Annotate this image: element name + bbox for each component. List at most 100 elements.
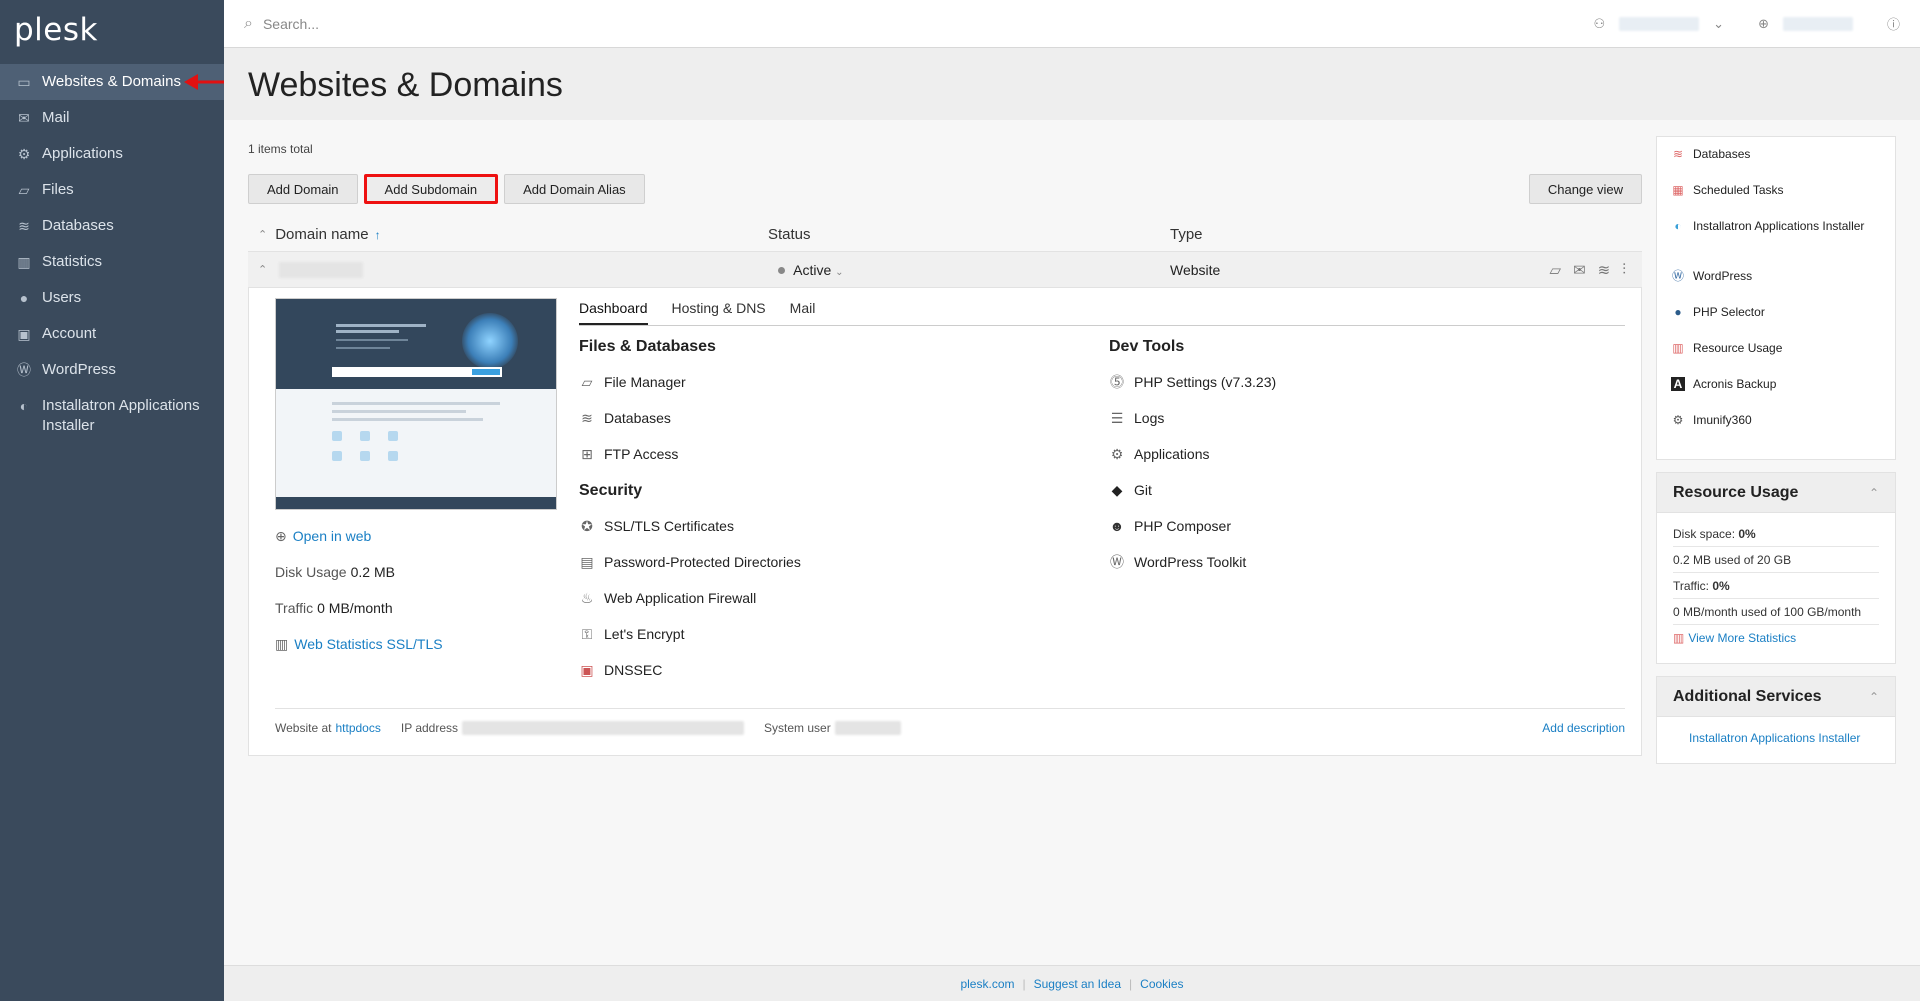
dnssec-link[interactable]: ▣ DNSSEC — [579, 652, 1079, 688]
mail-icon[interactable]: ✉ — [1573, 261, 1586, 279]
user-icon[interactable]: ⚇ — [1594, 16, 1606, 32]
sidebar-item-files[interactable]: ▱ Files — [0, 172, 224, 208]
tab-dashboard[interactable]: Dashboard — [579, 300, 648, 325]
side-link-label: Scheduled Tasks — [1693, 183, 1784, 197]
table-row[interactable]: ⌃ Active ⌄ Website ▱ ✉ ≋ ⫶ — [248, 252, 1642, 288]
add-subdomain-button[interactable]: Add Subdomain — [363, 174, 499, 204]
list-item[interactable]: Installatron Applications Installer — [1689, 725, 1879, 751]
sidebar-item-label: Statistics — [42, 253, 103, 270]
chevron-up-icon[interactable]: ⌃ — [258, 263, 267, 276]
change-view-button[interactable]: Change view — [1528, 174, 1642, 204]
settings-sliders-icon[interactable]: ⫶ — [1622, 261, 1626, 279]
sidebar-item-mail[interactable]: ✉ Mail — [0, 100, 224, 136]
traffic-pct: 0% — [1712, 578, 1730, 593]
preview-globe — [462, 313, 518, 369]
sidebar-item-label: Mail — [42, 109, 70, 126]
ssl-tls-link[interactable]: ✪ SSL/TLS Certificates — [579, 508, 1079, 544]
side-link-wordpress[interactable]: Ⓦ WordPress — [1671, 269, 1881, 305]
sidebar-item-label: Users — [42, 289, 82, 306]
logs-link[interactable]: ☰ Logs — [1109, 400, 1609, 436]
open-in-web-link[interactable]: ⊕ Open in web — [275, 518, 443, 554]
applications-link[interactable]: ⚙ Applications — [1109, 436, 1609, 472]
tab-mail[interactable]: Mail — [790, 300, 816, 325]
plesk-logo[interactable]: plesk — [0, 0, 224, 64]
file-manager-link[interactable]: ▱ File Manager — [579, 364, 1079, 400]
add-description-link[interactable]: Add description — [1542, 721, 1625, 735]
add-domain-button[interactable]: Add Domain — [248, 174, 358, 204]
chevron-down-icon[interactable]: ⌄ — [835, 267, 843, 278]
php-composer-link[interactable]: ☻ PHP Composer — [1109, 508, 1609, 544]
website-at-label: Website at — [275, 721, 332, 735]
lets-encrypt-link[interactable]: ⚿ Let's Encrypt — [579, 616, 1079, 652]
sort-asc-icon[interactable]: ↑ — [375, 228, 381, 242]
status-cell[interactable]: Active ⌄ — [768, 262, 1170, 278]
folder-icon[interactable]: ▱ — [1550, 261, 1562, 279]
additional-services-card: Additional Services ⌃ Installatron Appli… — [1656, 676, 1896, 764]
resource-usage-header[interactable]: Resource Usage ⌃ — [1657, 473, 1895, 513]
traffic-detail: 0 MB/month used of 100 GB/month — [1673, 599, 1879, 625]
side-link-installatron[interactable]: ◐ Installatron Applications Installer — [1671, 219, 1881, 269]
installatron-link[interactable]: Installatron Applications Installer — [1689, 731, 1860, 745]
chevron-up-icon[interactable]: ⌃ — [1869, 690, 1879, 704]
search-input[interactable]: Search... — [263, 16, 319, 32]
side-link-resource-usage[interactable]: ▥ Resource Usage — [1671, 341, 1881, 377]
password-protected-directories-link[interactable]: ▤ Password-Protected Directories — [579, 544, 1079, 580]
tab-hosting-dns[interactable]: Hosting & DNS — [672, 300, 766, 325]
cookies-link[interactable]: Cookies — [1140, 977, 1183, 991]
page-title: Websites & Domains — [248, 66, 563, 104]
side-link-acronis-backup[interactable]: A Acronis Backup — [1671, 377, 1881, 413]
side-link-scheduled-tasks[interactable]: ▦ Scheduled Tasks — [1671, 183, 1881, 219]
side-link-php-selector[interactable]: ● PHP Selector — [1671, 305, 1881, 341]
add-domain-alias-button[interactable]: Add Domain Alias — [504, 174, 645, 204]
user-menu-redacted[interactable] — [1619, 16, 1700, 31]
help-icon[interactable]: ⓘ — [1887, 14, 1900, 33]
plesk-com-link[interactable]: plesk.com — [960, 977, 1014, 991]
column-status[interactable]: Status — [768, 226, 1170, 243]
view-more-statistics-label[interactable]: View More Statistics — [1688, 631, 1796, 645]
sidebar-item-wordpress[interactable]: Ⓦ WordPress — [0, 352, 224, 388]
column-domain-name[interactable]: ⌃ Domain name ↑ — [248, 226, 768, 243]
ftp-access-link[interactable]: ⊞ FTP Access — [579, 436, 1079, 472]
sidebar-item-installatron[interactable]: ◐ Installatron Applications Installer — [0, 388, 224, 444]
side-link-imunify360[interactable]: ⚙ Imunify360 — [1671, 413, 1881, 449]
tool-label: Applications — [1134, 446, 1210, 462]
globe-icon[interactable]: ⊕ — [1758, 16, 1769, 32]
sidebar-item-statistics[interactable]: ▥ Statistics — [0, 244, 224, 280]
column-type[interactable]: Type — [1170, 226, 1642, 243]
preview-search-bar — [332, 367, 502, 377]
httpdocs-link[interactable]: httpdocs — [335, 721, 380, 735]
gear-icon: ⚙ — [1672, 413, 1684, 427]
domain-name-cell[interactable]: ⌃ — [248, 261, 768, 278]
sidebar-item-databases[interactable]: ≋ Databases — [0, 208, 224, 244]
status-dot-icon — [778, 267, 785, 275]
sidebar-item-users[interactable]: ● Users — [0, 280, 224, 316]
collapse-all-icon[interactable]: ⌃ — [258, 228, 267, 241]
side-link-databases[interactable]: ≋ Databases — [1671, 147, 1881, 183]
website-preview[interactable] — [275, 298, 557, 510]
tool-label: FTP Access — [604, 446, 679, 462]
view-more-statistics-link[interactable]: ▥ View More Statistics — [1673, 625, 1879, 651]
preview-text-lines — [336, 321, 426, 352]
wordpress-toolkit-link[interactable]: Ⓦ WordPress Toolkit — [1109, 544, 1609, 580]
chevron-up-icon[interactable]: ⌃ — [1869, 486, 1879, 500]
right-column: ≋ Databases ▦ Scheduled Tasks ◐ Installatro… — [1656, 136, 1896, 776]
domain-name-redacted[interactable] — [279, 261, 364, 278]
web-statistics-label[interactable]: Web Statistics SSL/TLS — [294, 636, 442, 652]
status-badge[interactable]: Active — [793, 262, 831, 278]
search-box[interactable]: ⌕ Search... — [244, 15, 1594, 33]
search-icon: ⌕ — [244, 14, 253, 32]
suggest-idea-link[interactable]: Suggest an Idea — [1034, 977, 1121, 991]
network-icon: ⊞ — [581, 445, 593, 462]
databases-link[interactable]: ≋ Databases — [579, 400, 1079, 436]
git-link[interactable]: ◆ Git — [1109, 472, 1609, 508]
database-icon[interactable]: ≋ — [1598, 261, 1611, 279]
sidebar-item-applications[interactable]: ⚙ Applications — [0, 136, 224, 172]
web-application-firewall-link[interactable]: ♨ Web Application Firewall — [579, 580, 1079, 616]
php-settings-link[interactable]: ⓹ PHP Settings (v7.3.23) — [1109, 364, 1609, 400]
subscription-redacted[interactable] — [1782, 16, 1853, 31]
additional-services-header[interactable]: Additional Services ⌃ — [1657, 677, 1895, 717]
sidebar-item-account[interactable]: ▣ Account — [0, 316, 224, 352]
chevron-down-icon[interactable]: ⌄ — [1713, 16, 1724, 32]
web-statistics-link[interactable]: ▥ Web Statistics SSL/TLS — [275, 626, 443, 662]
open-in-web-label[interactable]: Open in web — [293, 528, 372, 544]
